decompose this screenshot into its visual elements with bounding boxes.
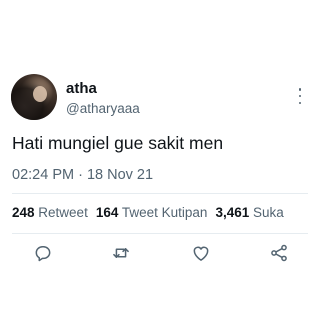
avatar[interactable]	[11, 74, 57, 120]
like-label: Suka	[253, 205, 284, 220]
retweet-icon[interactable]	[110, 242, 132, 264]
display-name[interactable]: atha	[66, 80, 97, 97]
quote-label: Tweet Kutipan	[121, 205, 208, 220]
like-icon[interactable]	[190, 242, 212, 264]
avatar-face	[33, 86, 47, 102]
user-handle[interactable]: @atharyaaa	[66, 101, 140, 116]
tweet-text: Hati mungiel gue sakit men	[12, 133, 224, 153]
quote-count: 164	[95, 205, 119, 220]
quote-stat[interactable]: 164 Tweet Kutipan	[96, 205, 208, 220]
like-stat[interactable]: 3,461 Suka	[215, 205, 283, 220]
like-count: 3,461	[215, 205, 250, 220]
tweet-timestamp[interactable]: 02:24 PM · 18 Nov 21	[12, 167, 153, 183]
retweet-stat[interactable]: 248 Retweet	[12, 205, 88, 220]
retweet-label: Retweet	[38, 205, 88, 220]
more-options-icon[interactable]	[298, 88, 302, 104]
divider	[12, 233, 308, 234]
share-icon[interactable]	[268, 242, 290, 264]
divider	[12, 193, 308, 194]
retweet-count: 248	[12, 205, 35, 220]
reply-icon[interactable]	[32, 242, 54, 264]
tweet-stats: 248 Retweet 164 Tweet Kutipan 3,461 Suka	[12, 205, 284, 220]
tweet-card: atha @atharyaaa Hati mungiel gue sakit m…	[0, 0, 320, 320]
